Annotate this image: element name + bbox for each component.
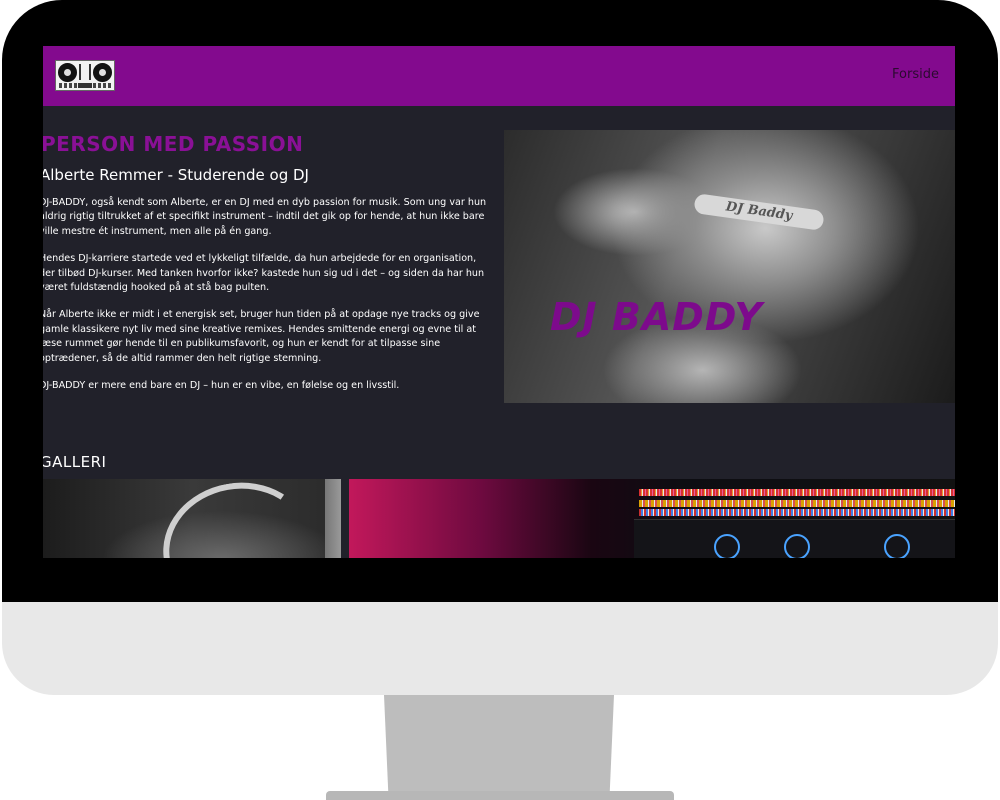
monitor-foot — [326, 791, 674, 800]
headphones-shape — [152, 479, 324, 558]
name-tag-prop: DJ Baddy — [693, 193, 825, 231]
waveform — [639, 489, 955, 496]
hero-subheading: Alberte Remmer - Studerende og DJ — [43, 166, 309, 184]
monitor-stand — [384, 695, 614, 800]
pads-right-icon — [93, 83, 111, 88]
hero-photo: DJ Baddy DJ BADDY — [504, 130, 955, 403]
hero-heading: PERSON MED PASSION — [43, 132, 304, 156]
jog-wheel-icon — [884, 534, 910, 558]
nav-link-forside[interactable]: Forside — [892, 67, 939, 82]
mixer-icon — [79, 64, 91, 80]
bio-paragraph: DJ-BADDY er mere end bare en DJ – hun er… — [43, 380, 400, 392]
waveform — [639, 509, 955, 516]
mixer-display-icon — [78, 83, 92, 88]
dj-software-deck — [634, 519, 955, 558]
gallery-image-headphones[interactable] — [43, 479, 341, 558]
gallery-image-edge — [325, 479, 341, 558]
bio-paragraph: Når Alberte ikke er midt i et energisk s… — [43, 309, 480, 364]
pads-left-icon — [59, 83, 77, 88]
waveform — [639, 500, 955, 507]
bio-paragraph: DJ-BADDY, også kendt som Alberte, er en … — [43, 197, 487, 237]
dj-controller-icon[interactable] — [55, 60, 115, 91]
jog-wheel-icon — [714, 534, 740, 558]
website-screen: Forside PERSON MED PASSION Alberte Remme… — [43, 46, 955, 558]
navbar: Forside — [43, 46, 955, 106]
hero-image-overlay-text: DJ BADDY — [550, 295, 763, 339]
turntable-right-icon — [93, 63, 112, 82]
bio-paragraph: Hendes DJ-karriere startede ved et lykke… — [43, 253, 485, 294]
turntable-left-icon — [58, 63, 77, 82]
monitor-chin — [2, 602, 998, 695]
bio-text: DJ-BADDY, også kendt som Alberte, er en … — [43, 196, 493, 406]
gallery-heading: GALLERI — [43, 453, 107, 471]
gallery-image-dj-software[interactable] — [349, 479, 955, 558]
jog-wheel-icon — [784, 534, 810, 558]
